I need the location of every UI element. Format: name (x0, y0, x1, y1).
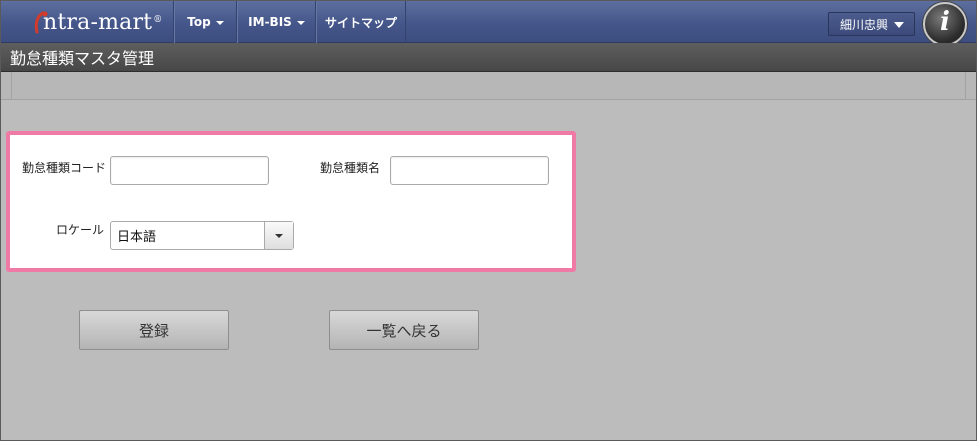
nav-sitemap-label: サイトマップ (324, 15, 397, 30)
chevron-down-icon (275, 233, 283, 238)
user-menu-button[interactable]: 細川忠興 (828, 12, 915, 36)
info-icon-glyph: i (940, 7, 950, 37)
info-icon[interactable]: i (923, 2, 967, 46)
user-name: 細川忠興 (840, 17, 889, 32)
locale-label: ロケール (56, 223, 105, 237)
name-input[interactable] (390, 156, 549, 185)
nav-top[interactable]: Top (174, 1, 237, 43)
nav-im-bis[interactable]: IM-BIS (237, 1, 316, 43)
top-navigation: ntra-mart ® Top IM-BIS サイトマップ 細川忠興 i (1, 1, 976, 46)
nav-sitemap[interactable]: サイトマップ (316, 1, 406, 43)
name-label: 勤怠種類名 (320, 161, 381, 175)
nav-im-bis-label: IM-BIS (248, 15, 292, 29)
registered-mark: ® (153, 15, 163, 25)
page-title: 勤怠種類マスタ管理 (10, 49, 155, 68)
toolbar-strip (1, 72, 976, 100)
page-title-bar: 勤怠種類マスタ管理 (1, 43, 976, 72)
locale-select[interactable]: 日本語 (110, 221, 294, 250)
nav-top-label: Top (187, 15, 211, 29)
code-input[interactable] (110, 156, 269, 185)
chevron-down-icon (894, 22, 904, 28)
toolbar-divider (11, 72, 12, 100)
locale-selected-value: 日本語 (117, 230, 157, 245)
back-to-list-button[interactable]: 一覧へ戻る (329, 310, 479, 350)
intra-mart-logo[interactable]: ntra-mart ® (1, 1, 174, 43)
register-button[interactable]: 登録 (79, 310, 229, 350)
intra-mart-logo-icon (34, 11, 48, 34)
search-form-panel: 勤怠種類コード 勤怠種類名 ロケール 日本語 (6, 131, 576, 272)
chevron-down-icon (215, 21, 224, 25)
logo-text: ntra-mart (43, 9, 153, 35)
toolbar-divider (965, 72, 966, 100)
locale-dropdown-button[interactable] (264, 222, 293, 249)
chevron-down-icon (296, 21, 305, 25)
code-label: 勤怠種類コード (22, 161, 107, 175)
